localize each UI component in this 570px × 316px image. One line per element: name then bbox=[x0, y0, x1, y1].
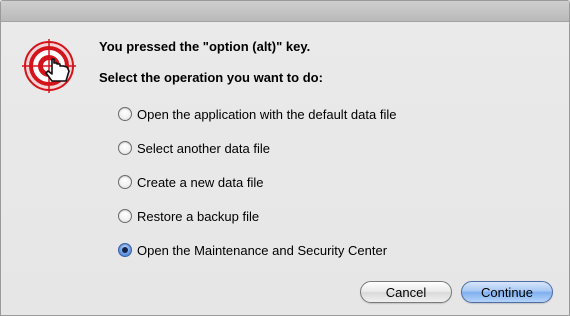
option-label: Restore a backup file bbox=[137, 208, 260, 224]
option-select-another[interactable]: Select another data file bbox=[118, 138, 270, 158]
option-label: Create a new data file bbox=[137, 174, 264, 190]
option-restore-backup[interactable]: Restore a backup file bbox=[118, 206, 259, 226]
option-maintenance-center[interactable]: Open the Maintenance and Security Center bbox=[118, 240, 387, 260]
option-open-default[interactable]: Open the application with the default da… bbox=[118, 104, 396, 124]
radio-button[interactable] bbox=[118, 107, 132, 121]
dialog-message: You pressed the "option (alt)" key. bbox=[99, 39, 311, 54]
option-label: Select another data file bbox=[137, 140, 270, 156]
target-hand-icon bbox=[22, 39, 76, 93]
radio-button[interactable] bbox=[118, 209, 132, 223]
dialog-prompt: Select the operation you want to do: bbox=[99, 70, 323, 85]
continue-button[interactable]: Continue bbox=[461, 281, 553, 303]
radio-button-selected[interactable] bbox=[118, 243, 132, 257]
option-label: Open the application with the default da… bbox=[137, 106, 397, 122]
radio-button[interactable] bbox=[118, 141, 132, 155]
radio-button[interactable] bbox=[118, 175, 132, 189]
option-create-new[interactable]: Create a new data file bbox=[118, 172, 263, 192]
dialog-window: You pressed the "option (alt)" key. Sele… bbox=[0, 0, 570, 316]
cancel-button[interactable]: Cancel bbox=[360, 281, 452, 303]
option-label: Open the Maintenance and Security Center bbox=[137, 242, 388, 258]
window-title-bar[interactable] bbox=[1, 1, 569, 22]
